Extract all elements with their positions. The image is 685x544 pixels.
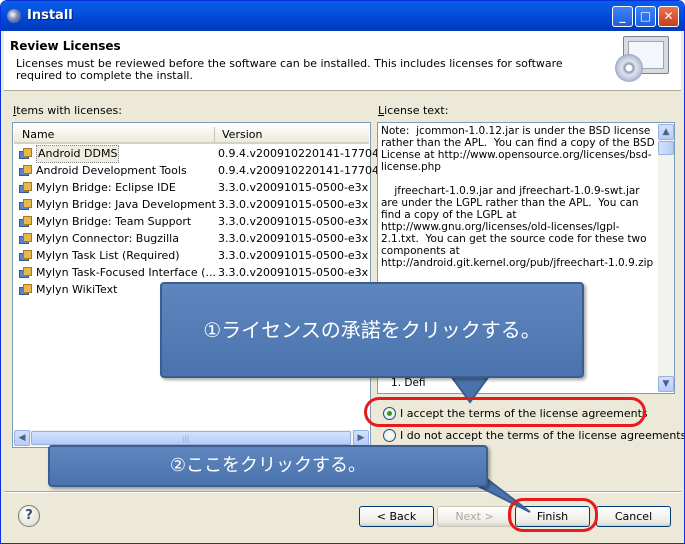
maximize-button[interactable]: □ [635,6,656,27]
table-row[interactable]: Mylyn Connector: Bugzilla 3.3.0.v20091015… [14,231,369,248]
row-name: Mylyn Connector: Bugzilla [36,232,179,245]
license-text-label: License text: [378,104,449,117]
cd-disc-icon [615,54,643,82]
row-name: Mylyn WikiText [36,283,118,296]
wizard-header: Review Licenses Licenses must be reviewe… [4,31,681,91]
feature-icon [19,284,33,296]
feature-icon [19,233,33,245]
table-row[interactable]: Mylyn Bridge: Eclipse IDE 3.3.0.v20091015… [14,180,369,197]
back-button[interactable]: < Back [359,506,434,527]
row-name: Mylyn Bridge: Java Development [36,198,216,211]
help-icon[interactable]: ? [18,505,40,527]
row-name: Android DDMS [36,145,120,163]
row-name: Mylyn Task List (Required) [36,249,180,262]
minimize-button[interactable]: _ [612,6,633,27]
row-name: Mylyn Task-Focused Interface (... [36,266,216,279]
highlight-ring-accept [364,397,646,427]
row-version: 0.9.4.v200910220141-17704 [218,147,379,160]
close-button[interactable]: ✕ [658,6,679,27]
page-title: Review Licenses [10,39,121,53]
table-row[interactable]: Android DDMS 0.9.4.v200910220141-17704 [14,145,379,163]
row-name: Android Development Tools [36,164,187,177]
title-bar[interactable]: Install _ □ ✕ [1,1,684,31]
column-header-version[interactable]: Version [222,128,262,141]
table-header: Name Version [14,124,369,144]
row-version: 3.3.0.v20091015-0500-e3x [218,198,369,211]
page-description: Licenses must be reviewed before the sof… [16,57,563,82]
scrollbar-thumb[interactable] [658,141,674,155]
scroll-left-icon[interactable]: ◀ [14,430,30,446]
row-name: Mylyn Bridge: Team Support [36,215,192,228]
next-button[interactable]: Next > [437,506,512,527]
vertical-scrollbar[interactable]: ▲ ▼ [658,124,674,392]
scrollbar-thumb[interactable]: ||| [31,431,351,445]
row-version: 3.3.0.v20091015-0500-e3x [218,266,369,279]
annotation-callout-1: ①ライセンスの承諾をクリックする。 [160,282,584,378]
feature-icon [19,148,33,160]
cancel-button[interactable]: Cancel [596,506,671,527]
table-row[interactable]: Android Development Tools 0.9.4.v20091022… [14,163,379,180]
scroll-down-icon[interactable]: ▼ [658,376,674,392]
row-version: 3.3.0.v20091015-0500-e3x [218,232,369,245]
decline-label[interactable]: I do not accept the terms of the license… [400,429,684,442]
feature-icon [19,165,33,177]
decline-radio[interactable] [383,429,396,442]
feature-icon [19,267,33,279]
row-name: Mylyn Bridge: Eclipse IDE [36,181,176,194]
button-bar-separator [4,491,681,493]
table-row[interactable]: Mylyn Bridge: Team Support 3.3.0.v2009101… [14,214,369,231]
row-version: 3.3.0.v20091015-0500-e3x [218,181,369,194]
row-version: 3.3.0.v20091015-0500-e3x [218,249,369,262]
table-rows: Android DDMS 0.9.4.v200910220141-17704 And… [14,145,379,299]
feature-icon [19,216,33,228]
table-row[interactable]: Mylyn Task-Focused Interface (... 3.3.0.v… [14,265,369,282]
eclipse-icon [7,9,21,23]
feature-icon [19,199,33,211]
table-row[interactable]: Mylyn Bridge: Java Development 3.3.0.v200… [14,197,369,214]
feature-icon [19,182,33,194]
horizontal-scrollbar[interactable]: ◀ ||| ▶ [14,430,369,446]
feature-icon [19,250,33,262]
column-header-name[interactable]: Name [22,128,54,141]
install-banner-icon [615,36,671,86]
scroll-right-icon[interactable]: ▶ [353,430,369,446]
items-with-licenses-label: Items with licenses: [13,104,122,117]
row-version: 3.3.0.v20091015-0500-e3x [218,215,369,228]
annotation-callout-2: ②ここをクリックする。 [48,445,488,487]
window-title: Install [27,8,73,23]
row-version: 0.9.4.v200910220141-17704 [218,164,379,177]
scroll-up-icon[interactable]: ▲ [658,124,674,140]
highlight-ring-finish [508,498,598,532]
table-row[interactable]: Mylyn Task List (Required) 3.3.0.v2009101… [14,248,369,265]
